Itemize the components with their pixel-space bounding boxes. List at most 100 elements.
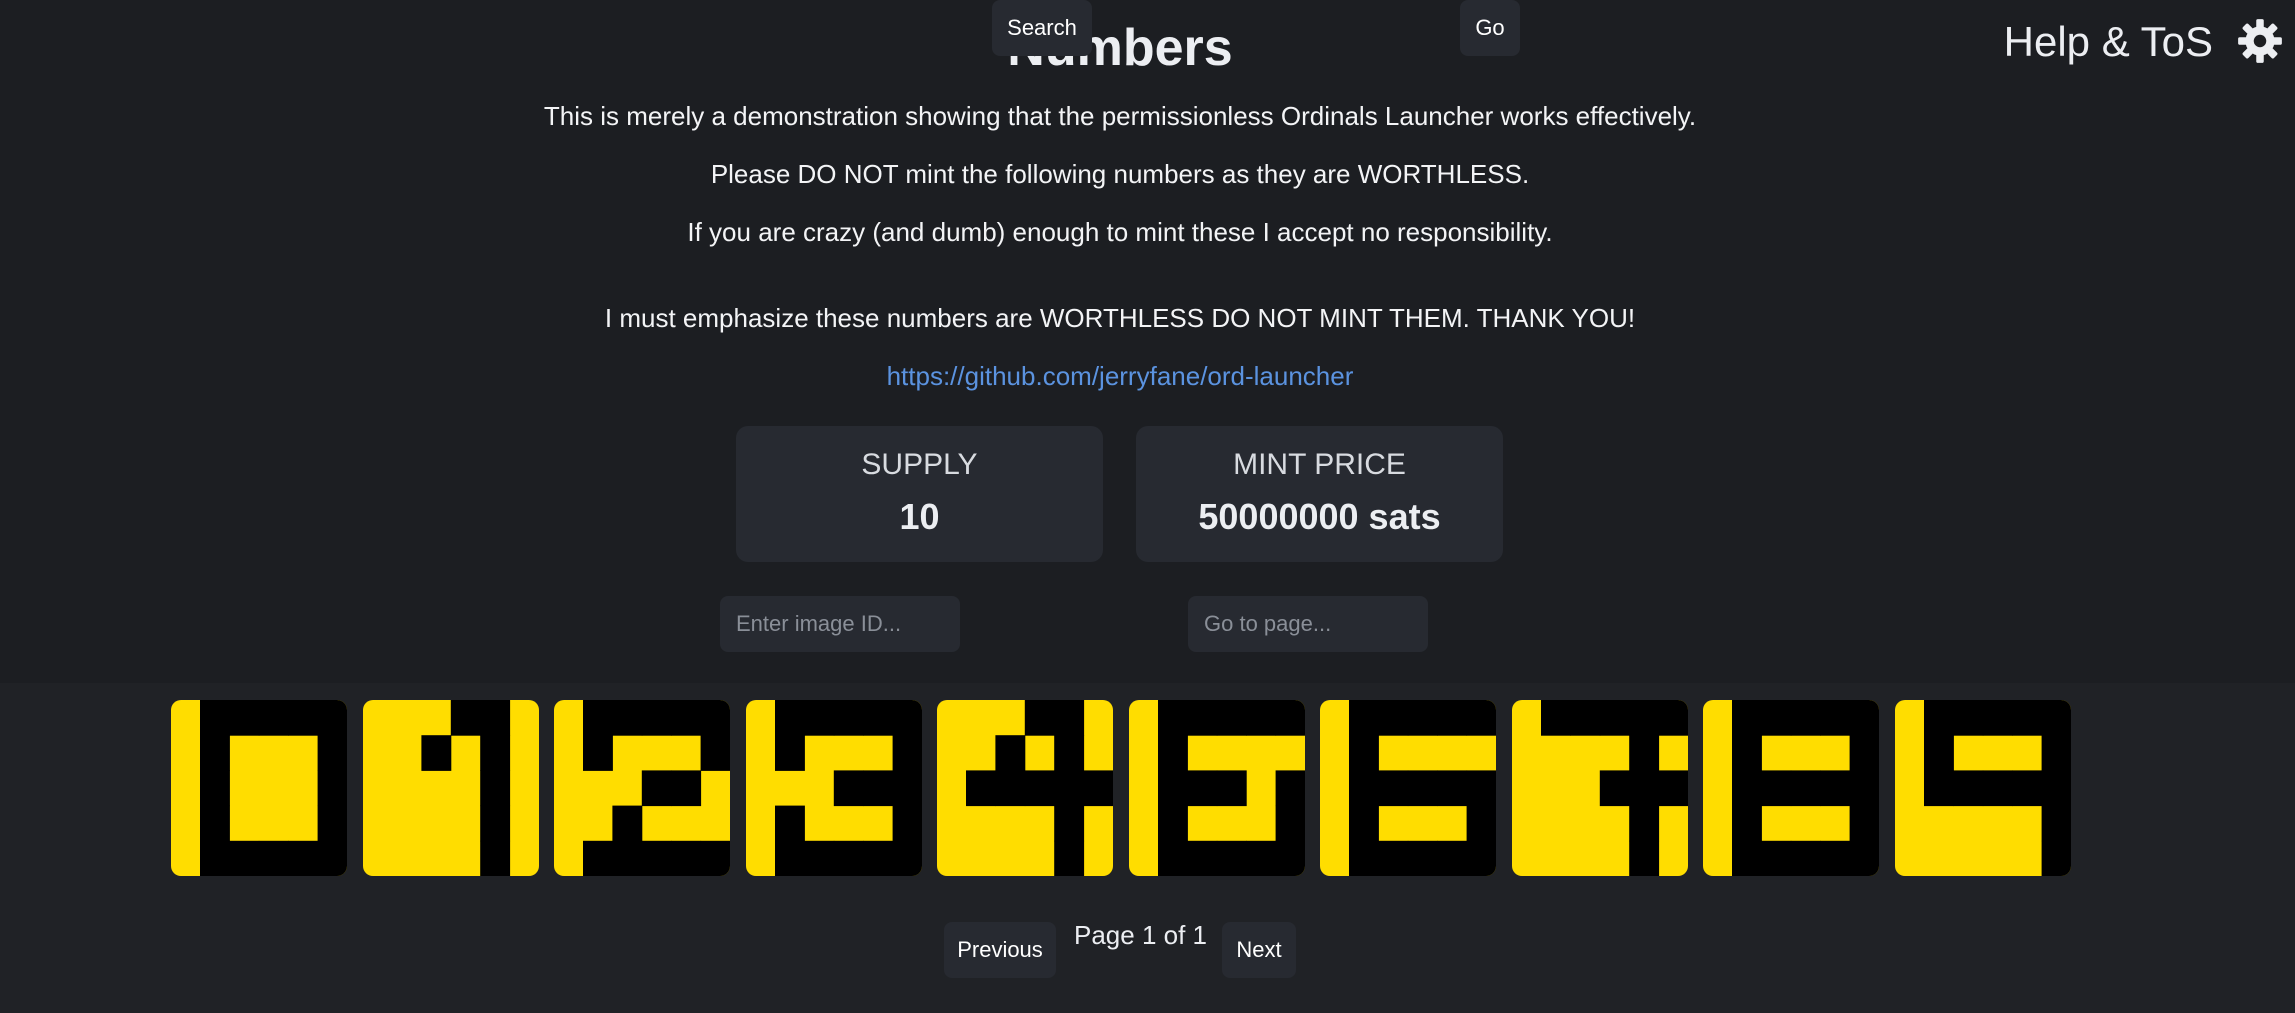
glyph-pixel	[1407, 770, 1438, 807]
glyph-pixel	[833, 700, 864, 736]
glyph-pixel	[1275, 840, 1305, 876]
glyph-pixel	[1407, 840, 1438, 876]
number-tile[interactable]	[1320, 700, 1496, 876]
glyph-pixel	[1629, 805, 1660, 842]
glyph-pixel	[1953, 700, 1984, 736]
glyph-pixel	[804, 840, 835, 876]
number-glyph	[421, 700, 511, 876]
glyph-pixel	[317, 805, 347, 842]
description-line-1: This is merely a demonstration showing t…	[543, 101, 1697, 131]
go-button[interactable]: Go	[1460, 0, 1520, 56]
number-tile[interactable]	[937, 700, 1113, 876]
glyph-pixel	[1054, 770, 1085, 807]
glyph-pixel	[1466, 805, 1496, 842]
glyph-pixel	[775, 840, 805, 876]
search-button[interactable]: Search	[992, 0, 1092, 56]
glyph-pixel	[480, 735, 511, 771]
glyph-pixel	[229, 700, 260, 736]
glyph-pixel	[671, 840, 702, 876]
glyph-pixel	[1761, 770, 1792, 807]
glyph-pixel	[775, 700, 805, 736]
glyph-pixel	[200, 700, 230, 736]
glyph-pixel	[200, 840, 230, 876]
number-glyph	[1732, 700, 1879, 876]
image-id-search-input[interactable]	[720, 596, 960, 652]
glyph-pixel	[1849, 840, 1879, 876]
description-line-4: I must emphasize these numbers are WORTH…	[604, 303, 1636, 333]
glyph-pixel	[288, 840, 319, 876]
glyph-pixel	[1732, 700, 1762, 736]
go-to-page-input[interactable]	[1188, 596, 1428, 652]
glyph-pixel	[804, 700, 835, 736]
glyph-pixel	[1466, 700, 1496, 736]
glyph-pixel	[2041, 840, 2071, 876]
number-tile[interactable]	[1512, 700, 1688, 876]
glyph-pixel	[583, 735, 613, 771]
glyph-pixel	[1570, 700, 1601, 736]
glyph-pixel	[1541, 700, 1571, 736]
glyph-pixel	[1246, 700, 1277, 736]
glyph-pixel	[966, 770, 996, 807]
glyph-pixel	[1158, 700, 1188, 736]
glyph-pixel	[1849, 700, 1879, 736]
number-glyph	[966, 700, 1113, 876]
next-page-button[interactable]: Next	[1222, 922, 1296, 978]
number-glyph	[1158, 700, 1305, 876]
help-tos-link[interactable]: Help & ToS	[2004, 18, 2213, 66]
number-tile[interactable]	[171, 700, 347, 876]
glyph-pixel	[1820, 700, 1851, 736]
glyph-pixel	[1216, 770, 1247, 807]
glyph-pixel	[1024, 700, 1055, 736]
glyph-pixel	[2041, 735, 2071, 771]
glyph-pixel	[480, 805, 511, 842]
glyph-pixel	[612, 700, 643, 736]
supply-label: SUPPLY	[861, 448, 978, 481]
glyph-pixel	[1849, 805, 1879, 842]
glyph-pixel	[421, 735, 452, 771]
glyph-pixel	[2041, 770, 2071, 807]
glyph-pixel	[258, 700, 289, 736]
glyph-pixel	[833, 840, 864, 876]
glyph-pixel	[1924, 735, 1954, 771]
supply-value: 10	[899, 496, 940, 537]
glyph-pixel	[612, 840, 643, 876]
gear-icon[interactable]	[2235, 16, 2285, 66]
number-tile[interactable]	[1895, 700, 2071, 876]
glyph-pixel	[1349, 700, 1379, 736]
github-repo-link[interactable]: https://github.com/jerryfane/ord-launche…	[0, 361, 2240, 392]
glyph-pixel	[995, 770, 1026, 807]
number-tile[interactable]	[554, 700, 730, 876]
glyph-pixel	[1732, 840, 1762, 876]
glyph-pixel	[700, 735, 730, 771]
glyph-pixel	[1024, 770, 1055, 807]
glyph-pixel	[892, 770, 922, 807]
glyph-pixel	[1599, 770, 1630, 807]
glyph-pixel	[1732, 770, 1762, 807]
number-glyph	[1541, 700, 1688, 876]
glyph-pixel	[1054, 840, 1085, 876]
number-tile[interactable]	[746, 700, 922, 876]
glyph-pixel	[1158, 770, 1188, 807]
glyph-pixel	[480, 840, 511, 876]
glyph-pixel	[892, 735, 922, 771]
glyph-pixel	[1849, 770, 1879, 807]
supply-card: SUPPLY 10	[736, 426, 1103, 562]
previous-page-button[interactable]: Previous	[944, 922, 1056, 978]
glyph-pixel	[1349, 770, 1379, 807]
number-tile[interactable]	[363, 700, 539, 876]
glyph-pixel	[1924, 770, 1954, 807]
glyph-pixel	[1158, 735, 1188, 771]
number-tile[interactable]	[1129, 700, 1305, 876]
glyph-pixel	[1407, 700, 1438, 736]
glyph-pixel	[1658, 770, 1688, 807]
glyph-pixel	[2012, 770, 2043, 807]
number-glyph	[1349, 700, 1496, 876]
glyph-pixel	[1849, 735, 1879, 771]
number-glyph	[583, 700, 730, 876]
number-tile[interactable]	[1703, 700, 1879, 876]
glyph-pixel	[641, 840, 672, 876]
glyph-pixel	[1083, 770, 1113, 807]
glyph-pixel	[1982, 700, 2013, 736]
glyph-pixel	[1246, 840, 1277, 876]
glyph-pixel	[317, 700, 347, 736]
